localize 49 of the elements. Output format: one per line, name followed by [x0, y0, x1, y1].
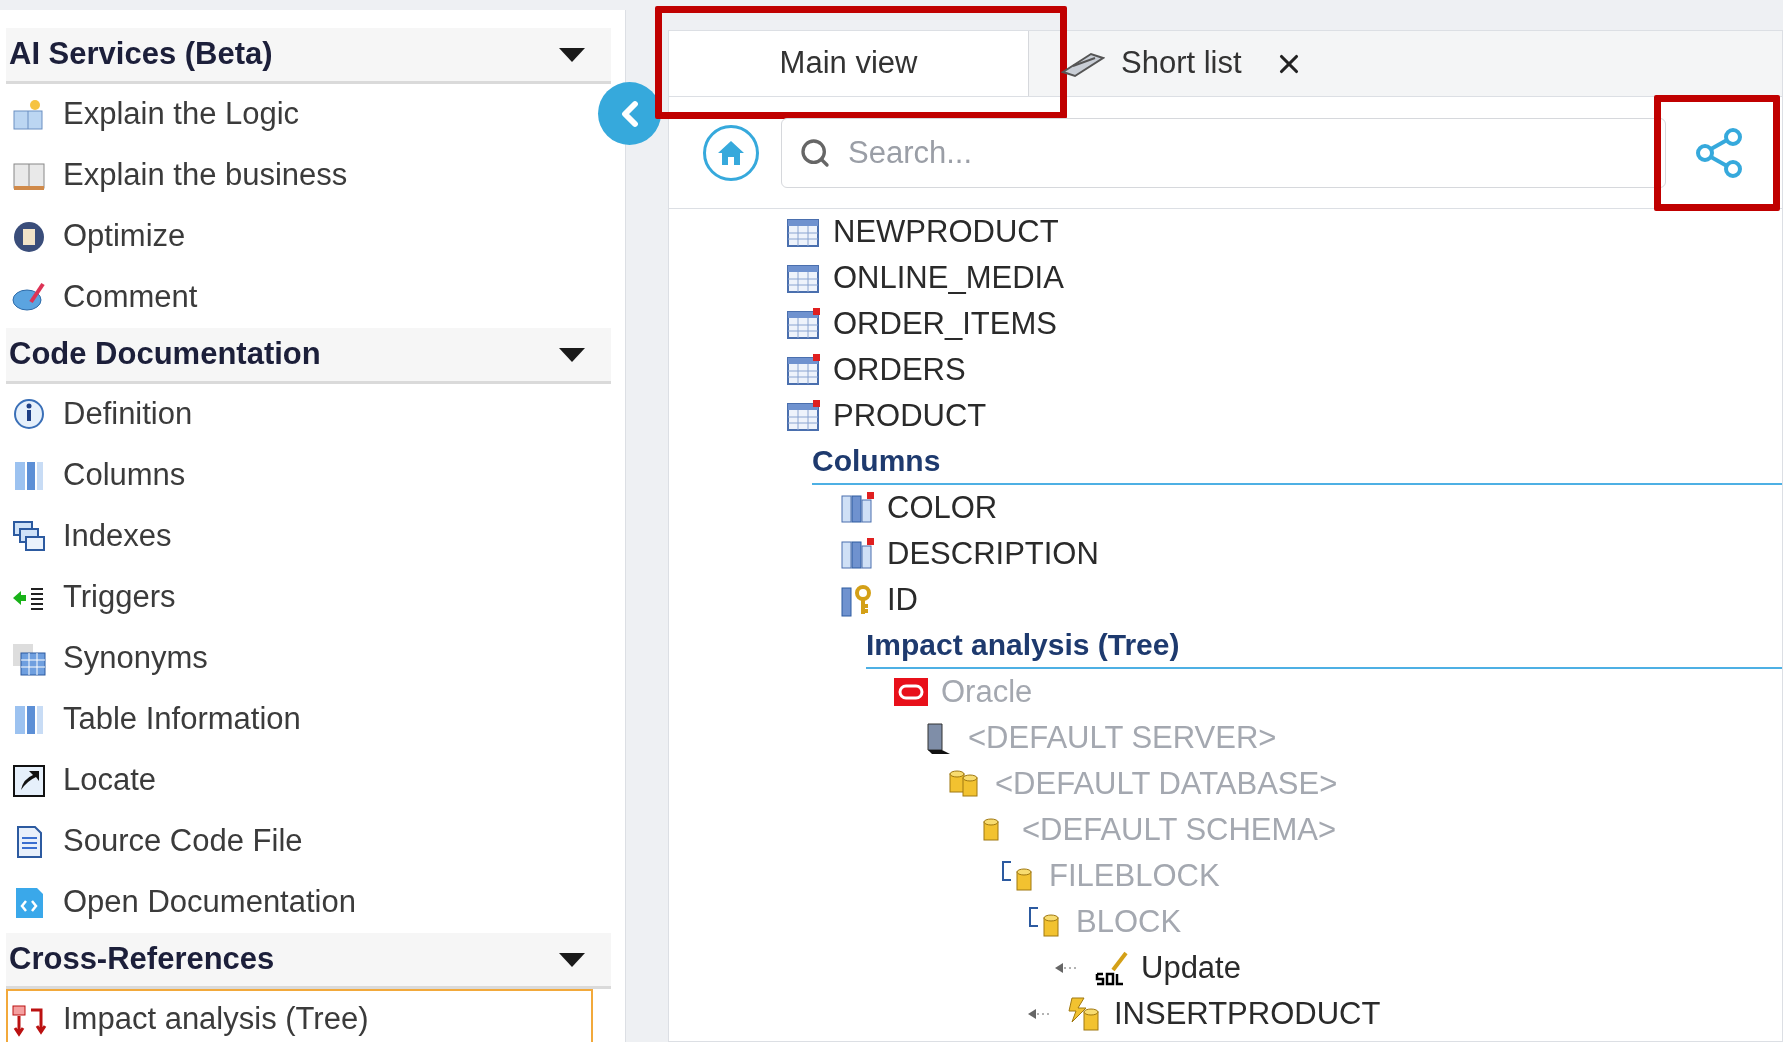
- tree-item[interactable]: ORDER_ITEMS: [833, 300, 1057, 348]
- sidebar-item[interactable]: Source Code File: [6, 811, 593, 872]
- home-button[interactable]: [703, 124, 759, 181]
- sidebar-item[interactable]: Explain the business: [6, 145, 593, 206]
- procedure-icon: [1066, 996, 1102, 1032]
- section-heading: Columns: [812, 439, 1782, 485]
- section-title: Cross-References: [9, 940, 276, 979]
- tree-item[interactable]: INSERTPRODUCT: [1114, 990, 1381, 1038]
- sidebar-item[interactable]: Optimize: [6, 206, 593, 267]
- table-icon: [785, 352, 821, 388]
- table-icon: [785, 306, 821, 342]
- column-icon: [839, 490, 875, 526]
- section-header[interactable]: Code Documentation: [6, 328, 611, 384]
- column-icon: [839, 536, 875, 572]
- tab[interactable]: Short list: [1029, 31, 1274, 96]
- tree-item[interactable]: COLOR: [887, 484, 998, 532]
- sql-pencil-icon: [1093, 950, 1129, 986]
- tree-item[interactable]: PRODUCT: [833, 392, 987, 440]
- section-header[interactable]: AI Services (Beta): [6, 28, 611, 84]
- caret-down-icon: [559, 347, 585, 362]
- caret-down-icon: [559, 952, 585, 967]
- sidebar-item[interactable]: Columns: [6, 445, 593, 506]
- sidebar-item[interactable]: Locate: [6, 750, 593, 811]
- sidebar-item[interactable]: Comment: [6, 267, 593, 328]
- sidebar-item[interactable]: Synonyms: [6, 628, 593, 689]
- tree-item[interactable]: ONLINE_MEDIA: [833, 254, 1064, 302]
- tree-item[interactable]: DESCRIPTION: [887, 530, 1099, 578]
- sidebar-item[interactable]: Open Documentation: [6, 872, 593, 933]
- caret-down-icon: [559, 47, 585, 62]
- sidebar-item[interactable]: Triggers: [6, 567, 593, 628]
- sidebar-item[interactable]: Table Information: [6, 689, 593, 750]
- search-icon: [799, 136, 831, 169]
- share-icon: [1695, 126, 1745, 179]
- section-title: Code Documentation: [9, 335, 322, 374]
- sidebar-item[interactable]: Indexes: [6, 506, 593, 567]
- section-heading: Impact analysis (Tree): [866, 623, 1782, 669]
- table-icon: [785, 398, 821, 434]
- search-field[interactable]: Search...: [781, 117, 1666, 188]
- section-header[interactable]: Cross-References: [6, 933, 611, 989]
- home-icon: [716, 138, 746, 167]
- tab[interactable]: Main view: [669, 31, 1029, 96]
- tree-item[interactable]: ORDERS: [833, 346, 966, 394]
- sidebar-item[interactable]: Explain the Logic: [6, 84, 593, 145]
- section-title: AI Services (Beta): [9, 35, 274, 74]
- tree-item[interactable]: Update: [1141, 944, 1241, 992]
- tree-item[interactable]: ID: [887, 576, 918, 624]
- sidebar-item[interactable]: Definition: [6, 384, 593, 445]
- tree-item[interactable]: NEWPRODUCT: [833, 209, 1059, 256]
- sidebar-item[interactable]: Impact analysis (Tree): [6, 989, 593, 1042]
